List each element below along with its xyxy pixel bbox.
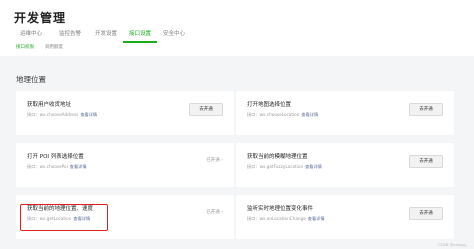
subtab-call-quota[interactable]: 调用额度 — [45, 43, 63, 53]
detail-link[interactable]: 查看详情 — [301, 112, 318, 117]
api-card-fuzzy-location: 获取当前的模糊地理位置 接口：wx.getFuzzyLocation 查看详情 去… — [236, 143, 454, 187]
card-name: 获取用户收货地址 — [27, 102, 72, 108]
watermark: CSDN @xiaogy_ — [437, 242, 468, 247]
card-name: 打开 POI 列表选择位置 — [27, 154, 84, 160]
tab-ops-center[interactable]: 运维中心 — [15, 28, 47, 42]
card-name: 监听实时地理位置变化事件 — [247, 206, 314, 212]
highlight-annotation-box — [20, 204, 108, 231]
card-name: 获取当前的模糊地理位置 — [247, 154, 308, 160]
page-title: 开发管理 — [14, 11, 67, 25]
detail-link[interactable]: 查看详情 — [80, 112, 97, 117]
card-name: 打开地图选择位置 — [247, 102, 292, 108]
subtab-api-permissions[interactable]: 接口权限 — [16, 43, 34, 53]
tab-security-center[interactable]: 安全中心 — [158, 28, 190, 42]
tab-api-settings[interactable]: 接口设置 — [124, 28, 156, 42]
card-api: 接口：wx.chooseAddress 查看详情 — [27, 112, 98, 117]
detail-link[interactable]: 查看详情 — [70, 164, 87, 169]
card-api: 接口：wx.choosePoi 查看详情 — [27, 164, 87, 169]
active-tab-indicator — [123, 41, 157, 43]
section-title: 地理位置 — [16, 75, 46, 84]
activated-status[interactable]: 已开通 › — [206, 157, 223, 163]
activate-button[interactable]: 去开通 — [409, 155, 443, 168]
api-card-choose-address: 获取用户收货地址 接口：wx.chooseAddress 查看详情 去开通 — [16, 91, 234, 135]
detail-link[interactable]: 查看详情 — [305, 164, 322, 169]
card-api: 接口：wx.getFuzzyLocation 查看详情 — [247, 164, 322, 169]
card-api: 接口：wx.onLocationChange 查看详情 — [247, 216, 325, 221]
activate-button[interactable]: 去开通 — [409, 103, 443, 116]
tab-monitoring[interactable]: 监控告警 — [54, 28, 86, 42]
tab-dev-settings[interactable]: 开发设置 — [90, 28, 122, 42]
card-api: 接口：wx.chooseLocation 查看详情 — [247, 112, 319, 117]
main-tabs: 运维中心 监控告警 开发设置 接口设置 安全中心 — [0, 28, 474, 42]
detail-link[interactable]: 查看详情 — [308, 216, 325, 221]
activate-button[interactable]: 去开通 — [409, 207, 443, 220]
activated-status[interactable]: 已开通 › — [206, 209, 223, 215]
page-header: 开发管理 运维中心 监控告警 开发设置 接口设置 安全中心 接口权限 调用额度 — [0, 0, 474, 56]
activate-button[interactable]: 去开通 — [189, 103, 223, 116]
api-card-location-change: 监听实时地理位置变化事件 接口：wx.onLocationChange 查看详情 … — [236, 195, 454, 239]
api-card-choose-location: 打开地图选择位置 接口：wx.chooseLocation 查看详情 去开通 — [236, 91, 454, 135]
api-card-choose-poi: 打开 POI 列表选择位置 接口：wx.choosePoi 查看详情 已开通 › — [16, 143, 234, 187]
